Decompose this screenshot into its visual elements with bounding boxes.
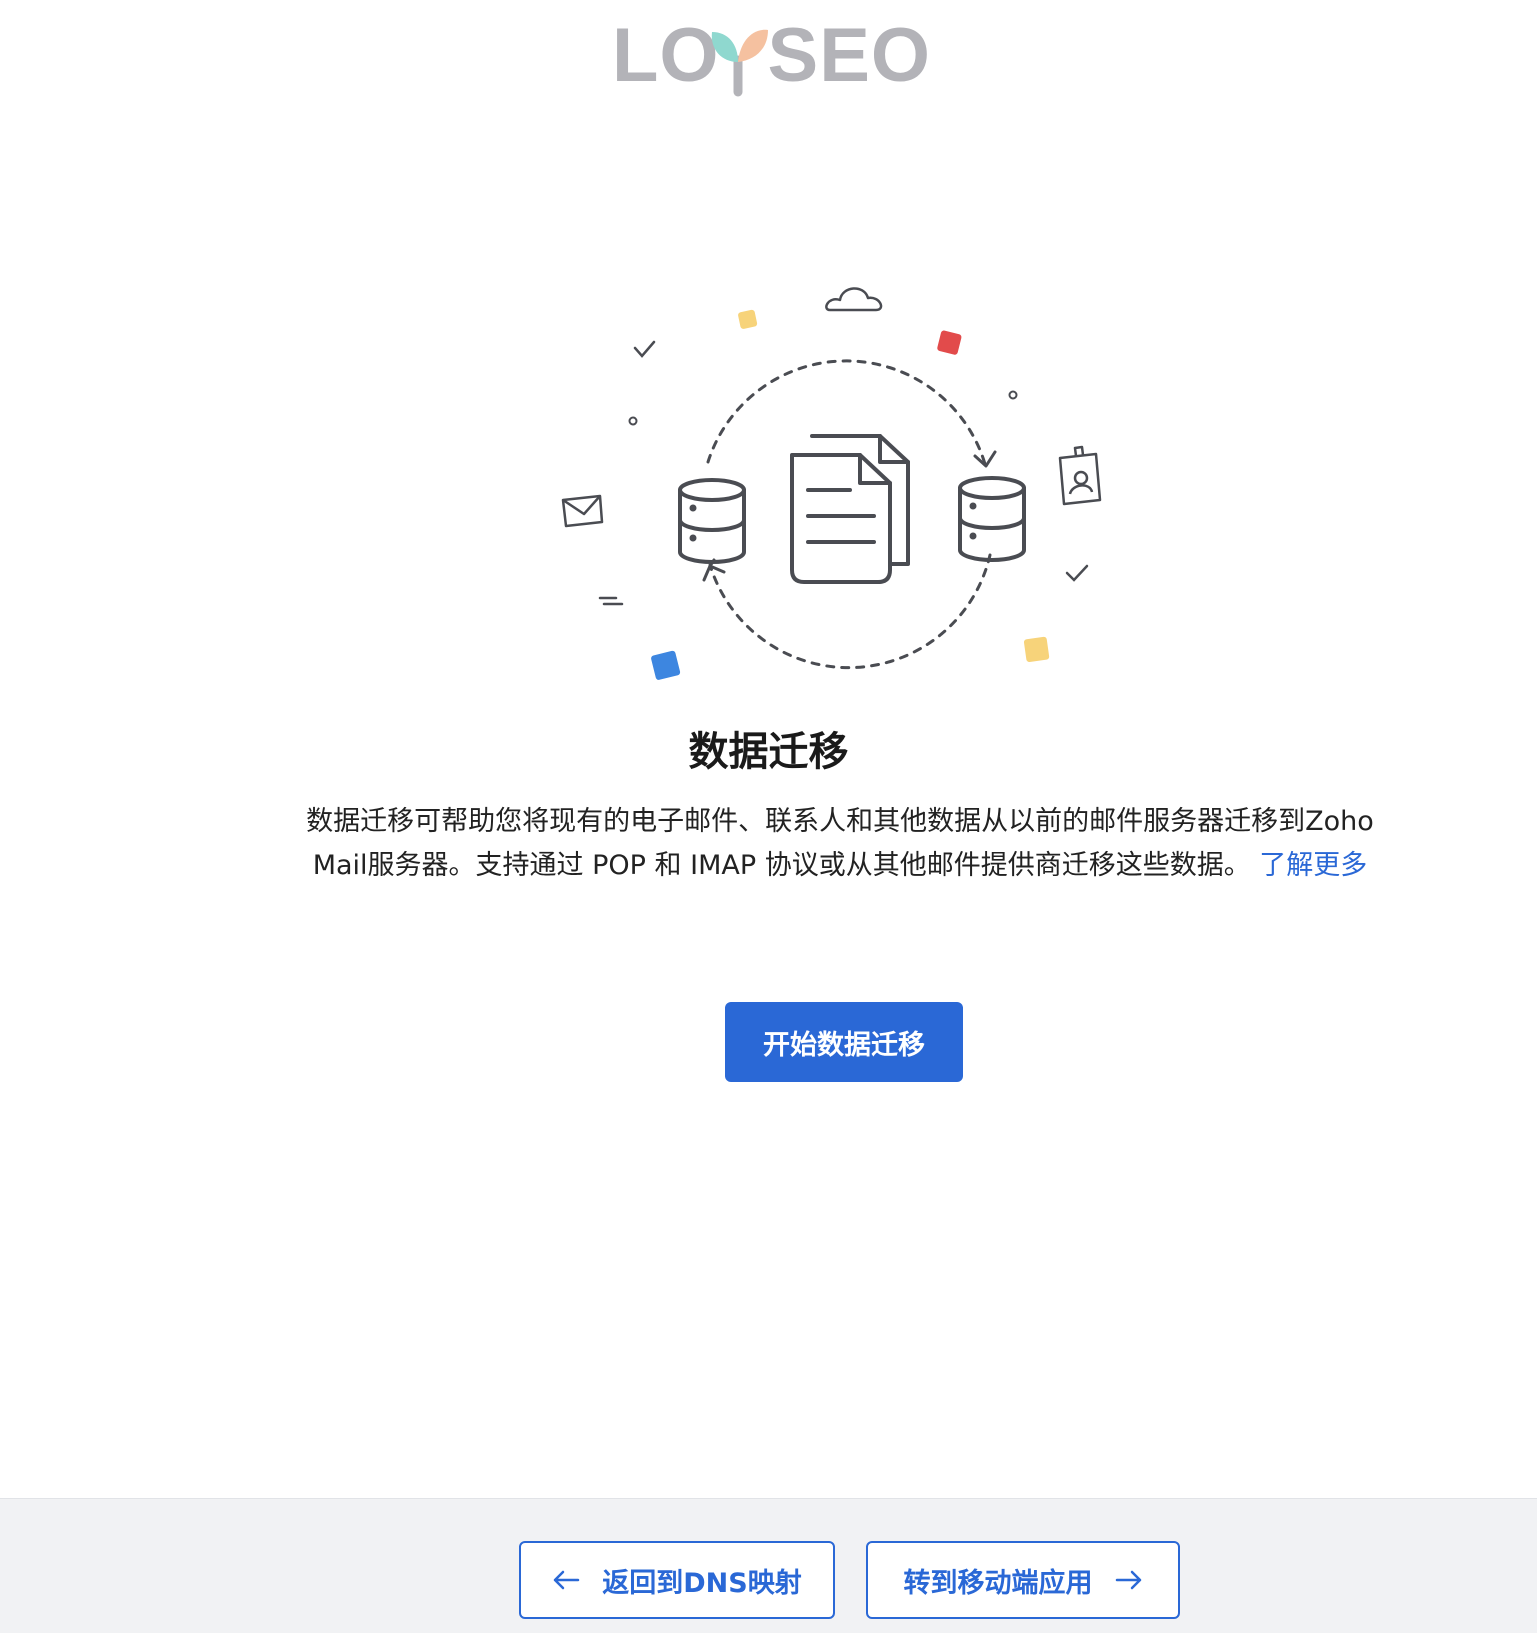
data-migration-illustration: [561, 287, 1102, 680]
page-title: 数据迁移: [688, 729, 849, 775]
checkmark-icon: [633, 340, 656, 358]
blue-square: [651, 650, 681, 680]
red-square: [937, 330, 962, 355]
arrow-head-right: [973, 450, 997, 468]
back-to-dns-mapping-button[interactable]: 返回到DNS映射: [519, 1541, 835, 1619]
yellow-square: [1023, 636, 1050, 663]
next-button-label: 转到移动端应用: [903, 1567, 1093, 1599]
database-icon: [678, 478, 746, 564]
checkmark-icon: [1065, 564, 1089, 582]
description-body: 数据迁移可帮助您将现有的电子邮件、联系人和其他数据从以前的邮件服务器迁移到Zoh…: [306, 806, 1374, 881]
loyseo-logo: LO SEO: [612, 18, 932, 108]
go-to-mobile-app-button[interactable]: 转到移动端应用: [866, 1541, 1180, 1619]
dot-decoration: [628, 416, 638, 426]
document-icon: [790, 434, 910, 584]
logo-text-right: SEO: [767, 13, 932, 98]
learn-more-link[interactable]: 了解更多: [1259, 850, 1367, 881]
dot-decoration: [1008, 390, 1018, 400]
yellow-square: [738, 309, 758, 329]
footer-bar: 返回到DNS映射 转到移动端应用: [0, 1498, 1537, 1633]
cloud-icon: [825, 287, 883, 312]
id-badge-icon: [1058, 445, 1102, 506]
start-migration-button[interactable]: 开始数据迁移: [725, 1002, 963, 1082]
database-icon: [958, 476, 1026, 562]
upper-arc: [706, 359, 987, 466]
logo-leaf-icon: [711, 29, 768, 97]
back-button-label: 返回到DNS映射: [602, 1567, 802, 1599]
data-migration-page: LO SEO 数据迁移 数据迁移可帮助您将现有的电子邮件、联系人和其他数据从以前…: [0, 0, 1537, 1633]
arrow-right-icon: [1115, 1570, 1141, 1590]
envelope-icon: [561, 494, 604, 528]
dash-decoration: [598, 596, 624, 606]
description-text: 数据迁移可帮助您将现有的电子邮件、联系人和其他数据从以前的邮件服务器迁移到Zoh…: [290, 800, 1390, 888]
arrow-left-icon: [554, 1570, 580, 1590]
